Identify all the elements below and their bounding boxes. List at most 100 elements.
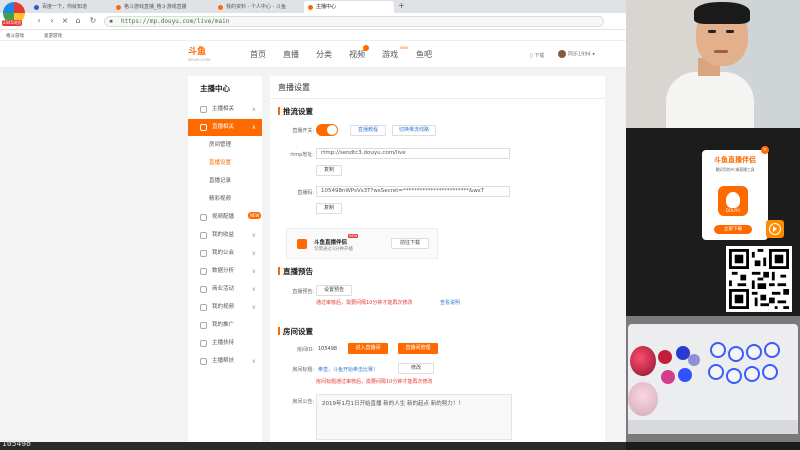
bookmark-item[interactable]: 爱游游戏 [44, 33, 62, 39]
tab-favicon-icon [116, 5, 121, 10]
tab-label: 格斗游戏直播_格斗游戏直播 [124, 4, 187, 10]
enter-room-button[interactable]: 进入直播间 [348, 343, 388, 354]
copy-code-button[interactable]: 复制 [316, 203, 342, 214]
bookmark-item[interactable]: 格斗游戏 [6, 33, 24, 39]
sidebar-item-label: 视频配播 [212, 214, 235, 220]
sidebar-item-label: 主播扶持 [212, 340, 235, 346]
address-bar[interactable]: ▪ https://mp.douyu.com/live/main [104, 16, 604, 27]
sidebar-item-analytics[interactable]: 数据分析 ∨ [188, 263, 262, 280]
username: 阿乐1994 [568, 51, 591, 58]
sidebar-item-business[interactable]: 商业活动 ∨ [188, 281, 262, 298]
arcade-button [764, 342, 780, 358]
companion-ad-card: 斗鱼直播伴侣 最好用的PC端直播工具 DOUYU 立即下载 [702, 150, 768, 240]
new-tag: NEW [348, 234, 359, 238]
switch-label: 直播开关: [292, 128, 314, 134]
section-title-preview: 直播预告 [278, 266, 313, 277]
user-menu[interactable]: 阿乐1994 ▾ [558, 50, 595, 58]
download-link[interactable]: ▯ 下载 [530, 52, 544, 59]
logo-text: 斗鱼 [188, 47, 207, 57]
fish-shape [726, 192, 740, 208]
forward-icon[interactable]: › [47, 16, 57, 26]
browser-logo-label: 2345浏览 [2, 20, 23, 26]
sidebar-item-support[interactable]: 主播扶持 [188, 335, 262, 352]
download-companion-button[interactable]: 前往下载 [391, 238, 429, 249]
nav-fishbar[interactable]: 鱼吧 [416, 49, 432, 60]
sidebar-item-income[interactable]: 我的收益 ∨ [188, 227, 262, 244]
section-title-push: 推流设置 [278, 106, 313, 117]
nav-category[interactable]: 分类 [316, 49, 332, 60]
set-preview-button[interactable]: 设置预告 [316, 285, 352, 296]
download-label: 下载 [534, 53, 545, 59]
nav-video[interactable]: 视频 [349, 45, 369, 60]
douyu-logo[interactable]: 斗鱼 DOUYU.COM [188, 46, 226, 62]
copy-rtmp-button[interactable]: 复制 [316, 165, 342, 176]
edit-title-button[interactable]: 修改 [398, 363, 434, 374]
sidebar-item-help[interactable]: 主播帮扶 ∨ [188, 353, 262, 370]
arcade-button [762, 364, 778, 380]
companion-promo-card: 斗鱼直播伴侣 NEW 仅需通过3分钟开播 前往下载 [286, 228, 438, 259]
new-tab-button[interactable]: + [398, 1, 405, 10]
room-id-label: 房间ID: [296, 347, 314, 353]
home-icon[interactable]: ⌂ [73, 16, 83, 26]
tab-label: 我的资料 - 个人中心 - 斗鱼 [226, 4, 286, 10]
sidebar-item-video-match[interactable]: 视频配播 [188, 209, 262, 226]
sidebar-item-my-videos[interactable]: 我的视频 ∨ [188, 299, 262, 316]
refresh-icon[interactable]: ↻ [88, 16, 98, 26]
sidebar-item-label: 商业活动 [212, 286, 235, 292]
new-tag: NEW [400, 46, 409, 50]
chevron-icon: ∧ [251, 124, 256, 131]
briefcase-icon [200, 286, 207, 293]
nav-games-label: 游戏 [382, 50, 398, 59]
back-icon[interactable]: ‹ [34, 16, 44, 26]
sidebar-sub-room[interactable]: 房间管理 [188, 137, 262, 154]
play-icon[interactable] [766, 220, 784, 238]
sidebar-item-label: 数据分析 [212, 268, 235, 274]
sidebar-item-guild[interactable]: 我的公会 ∨ [188, 245, 262, 262]
sidebar-item-live[interactable]: 直播相关 ∧ [188, 119, 262, 136]
navigation-bar: ‹ › × ⌂ ↻ ▪ https://mp.douyu.com/live/ma… [0, 13, 626, 30]
switch-line-link[interactable]: 切换推流线路 [392, 125, 436, 136]
main-panel: 直播设置 推流设置 直播开关: 直播教程 切换推流线路 rtmp地址: rtmp… [270, 76, 605, 442]
arcade-button [688, 354, 700, 366]
nav-games[interactable]: 游戏 NEW [382, 46, 408, 60]
nav-home[interactable]: 首页 [250, 49, 266, 60]
chevron-icon: ∨ [251, 232, 256, 239]
sidebar-sub-records[interactable]: 直播记录 [188, 173, 262, 190]
rtmp-input[interactable]: rtmp://sendtc3.douyu.com/live [316, 148, 510, 159]
live-switch-toggle[interactable] [316, 124, 338, 136]
chevron-icon: ∨ [251, 358, 256, 365]
chevron-icon: ∨ [251, 304, 256, 311]
tab-baidu[interactable]: 百度一下，你就知道 [30, 1, 108, 13]
stream-code-label: 直播码: [297, 190, 314, 196]
room-title-warning: 房间标题通过审核后，需要间隔10分钟才能再次修改 [316, 379, 433, 385]
nav-live[interactable]: 直播 [283, 49, 299, 60]
close-page-icon[interactable]: × [60, 16, 70, 26]
sidebar-sub-highlights[interactable]: 精彩视频 [188, 191, 262, 208]
stream-code-input[interactable]: 105498nWPsVs3T?wsSecret=****************… [316, 186, 510, 197]
promo-subtitle: 仅需通过3分钟开播 [314, 247, 353, 252]
room-manage-button[interactable]: 直播间管理 [398, 343, 438, 354]
tab-douyu-fighting[interactable]: 格斗游戏直播_格斗游戏直播 [112, 1, 210, 13]
play-icon [297, 239, 307, 249]
sidebar-item-promotion[interactable]: 我的推广 [188, 317, 262, 334]
sidebar-item-label: 主播相关 [212, 106, 235, 112]
sidebar-sub-live-settings[interactable]: 直播设置 [188, 155, 262, 172]
bookmarks-bar: 格斗游戏 爱游游戏 [0, 31, 626, 41]
sidebar-item-anchor[interactable]: 主播相关 ∧ [188, 101, 262, 118]
room-notice-textarea[interactable]: 2019年1月1日开始直播 新的人生 新的起点 新的努力！！ [316, 394, 512, 440]
preview-label: 直播预告: [292, 289, 314, 295]
tab-streamer-center[interactable]: 主播中心 [304, 1, 394, 13]
arcade-button [661, 370, 675, 384]
streamer-mouth [714, 50, 728, 53]
close-icon[interactable]: × [761, 146, 769, 154]
promo-title: 斗鱼直播伴侣 [314, 240, 348, 246]
arcade-controller-cam [626, 316, 800, 442]
site-header: 斗鱼 DOUYU.COM 首页 直播 分类 视频 游戏 NEW 鱼吧 ▯ 下载 阿乐… [0, 41, 626, 68]
tutorial-link[interactable]: 直播教程 [350, 125, 386, 136]
preview-help-link[interactable]: 查看说明 [440, 299, 460, 306]
companion-download-button[interactable]: 立即下载 [714, 225, 752, 234]
tab-profile[interactable]: 我的资料 - 个人中心 - 斗鱼 [214, 1, 300, 13]
chevron-icon: ∨ [251, 268, 256, 275]
arcade-button [744, 366, 760, 382]
streamer-hair [694, 2, 750, 24]
